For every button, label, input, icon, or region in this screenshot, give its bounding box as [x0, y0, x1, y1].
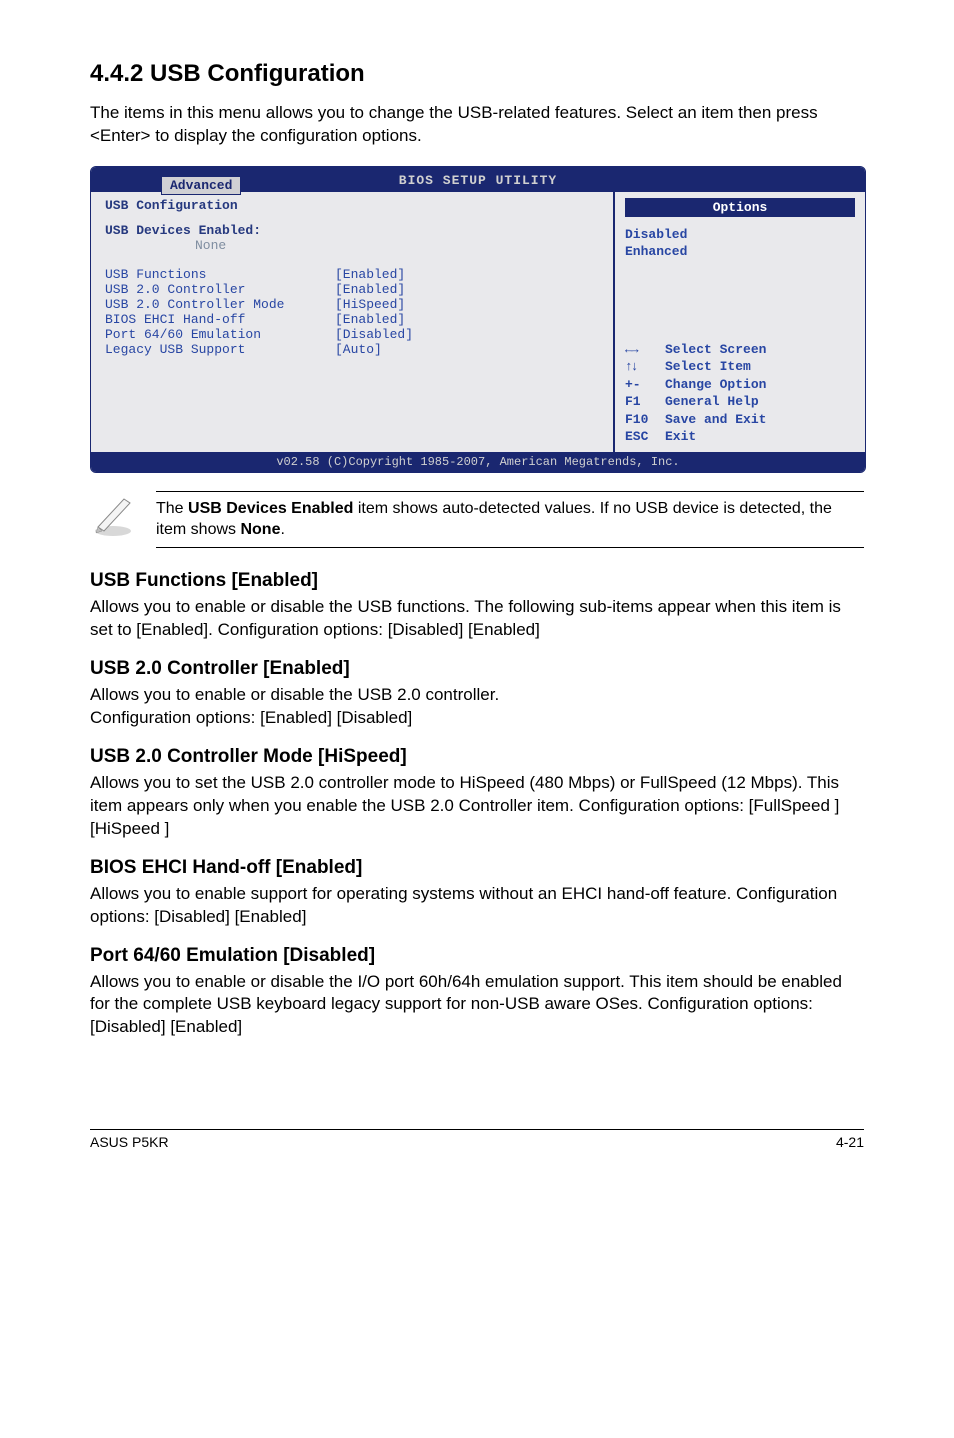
bios-setting-value: [Auto]	[335, 342, 382, 357]
bios-setting-label: USB 2.0 Controller	[105, 282, 335, 297]
bios-help-keys: ←→Select Screen ↑↓Select Item +-Change O…	[625, 341, 855, 446]
bios-option-value[interactable]: Enhanced	[625, 244, 855, 261]
bios-setting-row[interactable]: USB 2.0 Controller Mode [HiSpeed]	[105, 297, 599, 312]
page-footer: ASUS P5KR 4-21	[90, 1129, 864, 1150]
help-key: ↑↓	[625, 358, 665, 376]
bios-side-panel: Options Disabled Enhanced ←→Select Scree…	[615, 192, 865, 452]
help-key: ESC	[625, 428, 665, 446]
help-key: F10	[625, 411, 665, 429]
sub-heading: USB Functions [Enabled]	[90, 570, 864, 592]
help-desc: General Help	[665, 393, 759, 411]
note-bold: None	[240, 521, 280, 538]
help-desc: Exit	[665, 428, 696, 446]
bios-setting-value: [Enabled]	[335, 267, 405, 282]
bios-setting-label: Legacy USB Support	[105, 342, 335, 357]
body-text: Allows you to set the USB 2.0 controller…	[90, 772, 864, 841]
sub-heading: USB 2.0 Controller [Enabled]	[90, 658, 864, 680]
bios-title: BIOS SETUP UTILITY	[399, 173, 557, 188]
bios-setting-row[interactable]: USB 2.0 Controller [Enabled]	[105, 282, 599, 297]
bios-options-header: Options	[625, 198, 855, 217]
bios-setting-row[interactable]: BIOS EHCI Hand-off [Enabled]	[105, 312, 599, 327]
bios-devices-label: USB Devices Enabled:	[105, 223, 599, 238]
bios-setting-value: [HiSpeed]	[335, 297, 405, 312]
bios-setting-value: [Disabled]	[335, 327, 413, 342]
help-desc: Select Screen	[665, 341, 766, 359]
bios-main-panel: USB Configuration USB Devices Enabled: N…	[91, 192, 615, 452]
footer-left: ASUS P5KR	[90, 1134, 169, 1150]
intro-paragraph: The items in this menu allows you to cha…	[90, 102, 864, 148]
bios-setting-row[interactable]: Port 64/60 Emulation [Disabled]	[105, 327, 599, 342]
note-part: .	[280, 521, 284, 538]
sub-heading: Port 64/60 Emulation [Disabled]	[90, 945, 864, 967]
note-icon	[90, 491, 136, 537]
bios-setting-value: [Enabled]	[335, 282, 405, 297]
sub-heading: BIOS EHCI Hand-off [Enabled]	[90, 857, 864, 879]
note-text: The USB Devices Enabled item shows auto-…	[156, 491, 864, 548]
help-key: F1	[625, 393, 665, 411]
bios-setting-row[interactable]: Legacy USB Support [Auto]	[105, 342, 599, 357]
body-text: Allows you to enable or disable the USB …	[90, 596, 864, 642]
footer-right: 4-21	[836, 1134, 864, 1150]
sub-heading: USB 2.0 Controller Mode [HiSpeed]	[90, 746, 864, 768]
body-text: Allows you to enable or disable the I/O …	[90, 971, 864, 1040]
bios-screenshot: BIOS SETUP UTILITY Advanced USB Configur…	[90, 166, 866, 473]
bios-setting-label: USB 2.0 Controller Mode	[105, 297, 335, 312]
section-heading: 4.4.2 USB Configuration	[90, 60, 864, 88]
bios-setting-label: Port 64/60 Emulation	[105, 327, 335, 342]
bios-devices-value: None	[195, 238, 599, 253]
help-desc: Save and Exit	[665, 411, 766, 429]
bios-tab-advanced[interactable]: Advanced	[161, 176, 241, 195]
help-desc: Change Option	[665, 376, 766, 394]
bios-setting-label: BIOS EHCI Hand-off	[105, 312, 335, 327]
body-text: Allows you to enable support for operati…	[90, 883, 864, 929]
bios-footer: v02.58 (C)Copyright 1985-2007, American …	[91, 452, 865, 472]
bios-titlebar: BIOS SETUP UTILITY Advanced	[91, 167, 865, 192]
bios-setting-row[interactable]: USB Functions [Enabled]	[105, 267, 599, 282]
body-text: Allows you to enable or disable the USB …	[90, 684, 864, 730]
help-desc: Select Item	[665, 358, 751, 376]
help-key: +-	[625, 376, 665, 394]
note-part: The	[156, 500, 188, 517]
bios-setting-value: [Enabled]	[335, 312, 405, 327]
bios-option-value[interactable]: Disabled	[625, 227, 855, 244]
help-key: ←→	[625, 341, 665, 359]
note-bold: USB Devices Enabled	[188, 500, 353, 517]
bios-setting-label: USB Functions	[105, 267, 335, 282]
bios-config-title: USB Configuration	[105, 198, 599, 213]
